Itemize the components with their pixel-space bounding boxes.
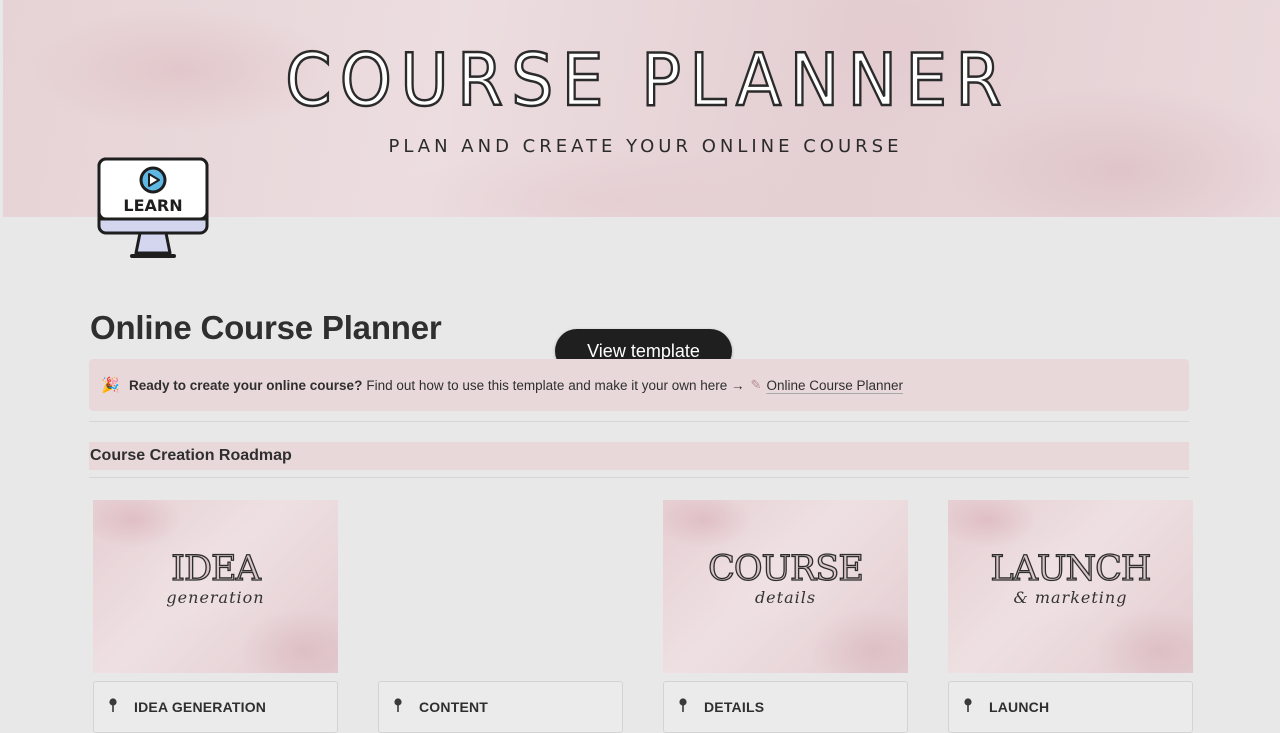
card-label: LAUNCH — [989, 699, 1050, 715]
divider — [89, 421, 1189, 422]
details-card[interactable]: DETAILS — [663, 681, 908, 733]
course-details-card-image[interactable]: COURSE details — [663, 500, 908, 673]
card-image-script: details — [754, 588, 817, 607]
content-card[interactable]: CONTENT — [378, 681, 623, 733]
card-image-script: generation — [166, 588, 265, 607]
monitor-learn-text: LEARN — [123, 196, 182, 215]
party-popper-icon: 🎉 — [101, 377, 120, 394]
launch-card[interactable]: LAUNCH — [948, 681, 1193, 733]
card-label: DETAILS — [704, 699, 765, 715]
pin-icon — [679, 698, 687, 712]
card-image-title: IDEA — [170, 549, 261, 589]
idea-generation-card-image[interactable]: IDEA generation — [93, 500, 338, 673]
page-link-icon[interactable]: ✎ — [751, 377, 762, 393]
pin-icon — [964, 698, 972, 712]
pin-icon — [109, 698, 117, 712]
card-label: CONTENT — [419, 699, 489, 715]
page-title: Online Course Planner — [90, 309, 442, 346]
roadmap-heading: Course Creation Roadmap — [89, 442, 1189, 470]
card-image-script: & marketing — [1013, 588, 1128, 607]
callout-text: Find out how to use this template and ma… — [366, 377, 745, 393]
pin-icon — [394, 698, 402, 712]
cover-title: COURSE PLANNER — [284, 38, 1010, 122]
card-label: IDEA GENERATION — [134, 699, 267, 715]
roadmap-heading-text: Course Creation Roadmap — [90, 447, 292, 464]
cover-subtitle: PLAN AND CREATE YOUR ONLINE COURSE — [388, 136, 903, 157]
divider — [89, 477, 1189, 478]
card-image-title: LAUNCH — [990, 549, 1152, 589]
launch-marketing-card-image[interactable]: LAUNCH & marketing — [948, 500, 1193, 673]
monitor-learn-icon[interactable]: LEARN — [96, 156, 210, 262]
card-image-title: COURSE — [707, 549, 864, 589]
idea-generation-card[interactable]: IDEA GENERATION — [93, 681, 338, 733]
callout-bold-text: Ready to create your online course? — [129, 377, 363, 393]
intro-callout: 🎉 Ready to create your online course? Fi… — [89, 359, 1189, 411]
online-course-planner-link[interactable]: Online Course Planner — [766, 378, 903, 393]
